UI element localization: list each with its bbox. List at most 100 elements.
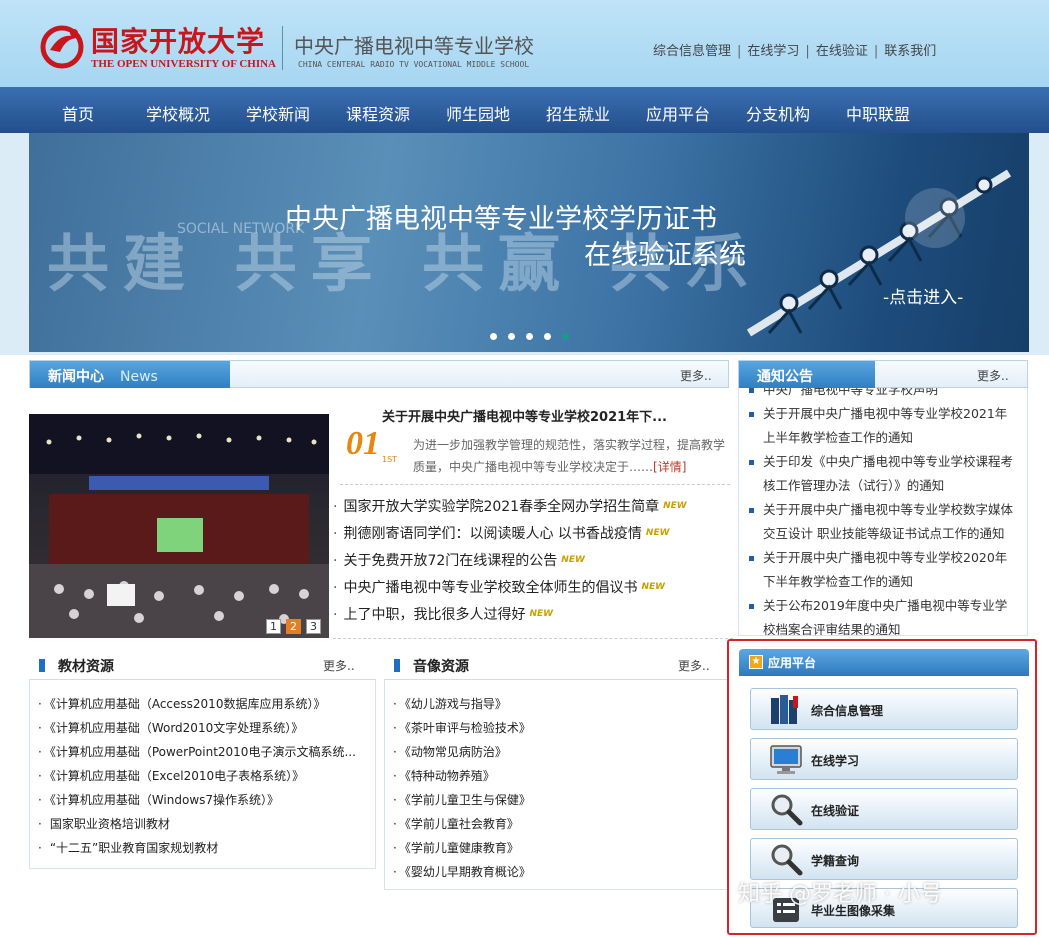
nav-item-apps[interactable]: 应用平台: [646, 101, 710, 125]
news-pager-1[interactable]: 1: [266, 619, 281, 634]
top-link-online-learning[interactable]: 在线学习: [747, 44, 799, 59]
auditorium-photo: [29, 414, 329, 638]
featured-news-title[interactable]: 关于开展中央广播电视中等专业学校2021年下...: [382, 406, 667, 425]
textbook-item[interactable]: 《计算机应用基础（Word2010文字处理系统）》: [38, 719, 303, 736]
av-resources-header: 音像资源 更多..: [384, 650, 729, 680]
textbook-item[interactable]: 《计算机应用基础（Windows7操作系统）》: [38, 791, 279, 808]
av-item[interactable]: 《学前儿童卫生与保健》: [393, 791, 531, 808]
nav-item-branches[interactable]: 分支机构: [746, 101, 810, 125]
school-name-cn: 中央广播电视中等专业学校: [294, 34, 534, 58]
notice-item[interactable]: 关于印发《中央广播电视中等专业学校课程考核工作管理办法（试行）》的通知: [747, 450, 1019, 498]
nav-item-news[interactable]: 学校新闻: [246, 101, 310, 125]
hero-banner[interactable]: 共建 共享 共赢 共乐 SOCIAL NETWORK 中央广播电视中等专业学校学…: [29, 133, 1029, 352]
news-item-text: 上了中职，我比很多人过得好: [343, 607, 526, 623]
av-item[interactable]: 《学前儿童社会教育》: [393, 815, 519, 832]
nav-item-home[interactable]: 首页: [62, 101, 94, 125]
news-pager-3[interactable]: 3: [306, 619, 321, 634]
touch-hand-icon: [905, 188, 965, 248]
news-list-item[interactable]: 国家开放大学实验学院2021春季全网办学招生简章NEW: [333, 496, 733, 523]
news-item-text: 荆德刚寄语同学们：以阅读暖人心 以书香战疫情: [343, 526, 642, 542]
books-icon: [771, 695, 798, 724]
av-item[interactable]: 《动物常见病防治》: [393, 743, 507, 760]
av-item[interactable]: 《茶叶审评与检验技术》: [393, 719, 531, 736]
carousel-dot[interactable]: [526, 333, 533, 340]
notice-item[interactable]: 关于开展中央广播电视中等专业学校2021年上半年教学检查工作的通知: [747, 402, 1019, 450]
textbook-more-link[interactable]: 更多..: [323, 657, 355, 674]
nav-item-admissions[interactable]: 招生就业: [546, 101, 610, 125]
top-link-contact[interactable]: 联系我们: [884, 44, 936, 59]
featured-news-date: 01: [346, 425, 380, 462]
news-more-link[interactable]: 更多..: [680, 367, 712, 384]
app-button-online-verify[interactable]: 在线验证: [750, 788, 1018, 830]
nav-item-courses[interactable]: 课程资源: [346, 101, 410, 125]
textbook-item[interactable]: 《计算机应用基础（Excel2010电子表格系统）》: [38, 767, 304, 784]
logo-text-cn[interactable]: 国家开放大学: [91, 20, 265, 60]
new-badge: NEW: [645, 528, 670, 538]
carousel-dot-active[interactable]: [562, 333, 569, 340]
av-item[interactable]: 《特种动物养殖》: [393, 767, 495, 784]
section-marker: [39, 659, 45, 672]
news-item-text: 关于免费开放72门在线课程的公告: [343, 553, 558, 569]
divider: [340, 484, 730, 485]
banner-title-line2: 在线验证系统: [584, 240, 746, 271]
news-list: 国家开放大学实验学院2021春季全网办学招生简章NEW 荆德刚寄语同学们：以阅读…: [333, 496, 733, 631]
main-nav: 首页 学校概况 学校新闻 课程资源 师生园地 招生就业 应用平台 分支机构 中职…: [0, 87, 1049, 133]
news-center-title: 新闻中心: [48, 369, 104, 385]
top-link-online-verify[interactable]: 在线验证: [816, 44, 868, 59]
top-links: 综合信息管理 | 在线学习 | 在线验证 | 联系我们: [653, 40, 936, 59]
textbook-item[interactable]: 《计算机应用基础（PowerPoint2010电子演示文稿系统...: [38, 743, 356, 760]
carousel-dot[interactable]: [508, 333, 515, 340]
news-list-item[interactable]: 中央广播电视中等专业学校致全体师生的倡议书NEW: [333, 577, 733, 604]
news-list-item[interactable]: 荆德刚寄语同学们：以阅读暖人心 以书香战疫情NEW: [333, 523, 733, 550]
logo-text-en: THE OPEN UNIVERSITY OF CHINA: [91, 58, 276, 70]
news-item-text: 国家开放大学实验学院2021春季全网办学招生简章: [343, 499, 660, 515]
news-list-item[interactable]: 关于免费开放72门在线课程的公告NEW: [333, 550, 733, 577]
app-platform-title: 应用平台: [768, 656, 817, 670]
av-more-link[interactable]: 更多..: [678, 657, 710, 674]
carousel-dot[interactable]: [490, 333, 497, 340]
top-link-separator: |: [737, 44, 742, 59]
app-platform-header: ★ 应用平台: [739, 649, 1029, 676]
nav-item-community[interactable]: 师生园地: [446, 101, 510, 125]
news-photo-carousel[interactable]: 1 2 3: [29, 414, 329, 638]
featured-news-detail-link[interactable]: [详情]: [653, 460, 686, 474]
source-watermark: 知乎 @罗老师 · 小号: [738, 882, 942, 907]
textbook-item[interactable]: 《计算机应用基础（Access2010数据库应用系统）》: [38, 695, 326, 712]
av-resources-title: 音像资源: [413, 659, 469, 675]
notices-tab: 通知公告: [739, 361, 875, 388]
new-badge: NEW: [529, 609, 554, 619]
notices-title: 通知公告: [757, 369, 813, 385]
university-logo-icon[interactable]: [40, 22, 84, 70]
news-list-item[interactable]: 上了中职，我比很多人过得好NEW: [333, 604, 733, 631]
app-button-online-learning[interactable]: 在线学习: [750, 738, 1018, 780]
notice-item[interactable]: 关于开展中央广播电视中等专业学校2020年下半年教学检查工作的通知: [747, 546, 1019, 594]
nav-item-about[interactable]: 学校概况: [146, 101, 210, 125]
av-item[interactable]: 《婴幼儿早期教育概论》: [393, 863, 531, 880]
featured-news-desc: 为进一步加强教学管理的规范性，落实教学过程，提高教学质量，中央广播电视中等专业学…: [413, 434, 728, 478]
notice-item[interactable]: 关于开展中央广播电视中等专业学校数字媒体交互设计 职业技能等级证书试点工作的通知: [747, 498, 1019, 546]
divider: [333, 638, 733, 639]
carousel-dot[interactable]: [544, 333, 551, 340]
app-button-label: 学籍查询: [811, 854, 860, 868]
app-button-label: 在线学习: [811, 754, 860, 768]
news-pager-2[interactable]: 2: [286, 619, 301, 634]
new-badge: NEW: [641, 582, 666, 592]
top-link-info-management[interactable]: 综合信息管理: [653, 44, 731, 59]
banner-title-line1: 中央广播电视中等专业学校学历证书: [285, 204, 717, 235]
school-name-en: CHINA CENTERAL RADIO TV VOCATIONAL MIDDL…: [298, 60, 530, 69]
new-badge: NEW: [561, 555, 585, 565]
textbook-item[interactable]: “十二五”职业教育国家规划教材: [38, 839, 218, 856]
notice-item[interactable]: 关于公布2019年度中央广播电视中等专业学校档案合评审结果的通知: [747, 594, 1019, 635]
banner-enter-link[interactable]: -点击进入-: [883, 283, 963, 308]
textbook-item[interactable]: 国家职业资格培训教材: [38, 815, 170, 832]
notice-item[interactable]: 中央广播电视中等专业学校声明: [747, 388, 1019, 402]
av-item[interactable]: 《幼儿游戏与指导》: [393, 695, 507, 712]
notices-more-link[interactable]: 更多..: [977, 367, 1009, 384]
app-button-info-management[interactable]: 综合信息管理: [750, 688, 1018, 730]
textbook-resources-title: 教材资源: [58, 659, 114, 675]
nav-item-alliance[interactable]: 中职联盟: [846, 101, 910, 125]
app-button-student-records[interactable]: 学籍查询: [750, 838, 1018, 880]
top-link-separator: |: [805, 44, 810, 59]
app-button-label: 综合信息管理: [811, 704, 884, 718]
av-item[interactable]: 《学前儿童健康教育》: [393, 839, 519, 856]
